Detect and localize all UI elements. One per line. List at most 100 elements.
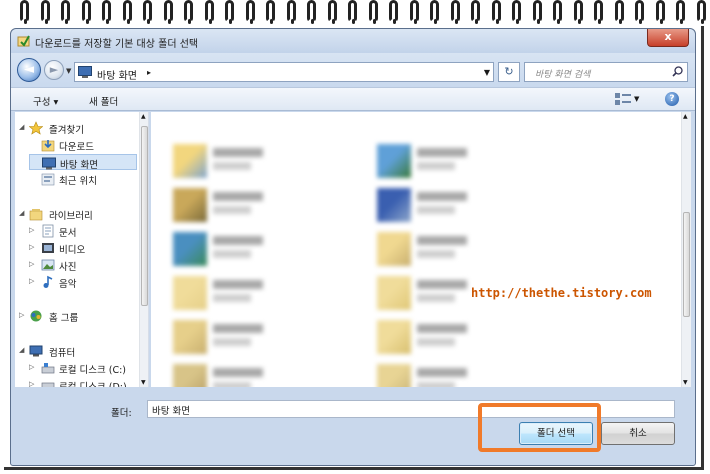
- sidebar-item-downloads[interactable]: 다운로드: [29, 137, 137, 153]
- change-view-icon[interactable]: [615, 93, 631, 105]
- sidebar-item-label: 최근 위치: [59, 176, 97, 187]
- sidebar-item-computer[interactable]: ◢ 컴퓨터: [19, 343, 137, 359]
- sidebar-item-local-disk-d[interactable]: ▷ 로컬 디스크 (D:): [29, 377, 137, 387]
- sidebar-item-recent-places[interactable]: 최근 위치: [29, 171, 137, 187]
- spiral-ring: [163, 0, 173, 24]
- notebook-spiral-binding: [0, 0, 710, 26]
- file-meta-redacted: [417, 206, 455, 214]
- crumb-arrow-icon[interactable]: ▸: [147, 68, 151, 77]
- search-placeholder: 바탕 화면 검색: [535, 70, 591, 80]
- view-dropdown-icon[interactable]: ▼: [634, 95, 639, 103]
- file-meta-redacted: [213, 338, 251, 346]
- scroll-up-icon[interactable]: ▲: [683, 113, 688, 120]
- file-list-pane: http://thethe.tistory.com ▲ ▼: [151, 112, 691, 387]
- file-item[interactable]: [377, 142, 567, 182]
- documents-icon: [42, 224, 54, 238]
- search-icon: [672, 66, 683, 77]
- spiral-ring: [225, 0, 234, 24]
- recent-places-icon: [41, 173, 55, 186]
- sidebar-item-label: 로컬 디스크 (D:): [59, 379, 127, 387]
- file-item[interactable]: [173, 362, 363, 387]
- sidebar-item-homegroup[interactable]: ▷ 홈 그룹: [19, 308, 137, 324]
- sidebar-item-favorites[interactable]: ◢ 즐겨찾기: [19, 120, 137, 136]
- scroll-down-icon[interactable]: ▼: [141, 379, 146, 386]
- sidebar-item-videos[interactable]: ▷ 비디오: [29, 240, 137, 256]
- file-item[interactable]: [173, 142, 363, 182]
- organize-menu[interactable]: 구성 ▾: [33, 94, 58, 108]
- collapsed-arrow-icon[interactable]: ▷: [29, 277, 34, 285]
- file-meta-redacted: [213, 382, 251, 387]
- search-box[interactable]: 바탕 화면 검색: [524, 62, 688, 82]
- collapsed-arrow-icon[interactable]: ▷: [29, 243, 34, 251]
- collapsed-arrow-icon[interactable]: ▷: [29, 363, 34, 371]
- spiral-ring: [676, 0, 685, 24]
- dialog-title: 다운로드를 저장할 기본 대상 폴더 선택: [35, 39, 199, 50]
- spiral-ring: [184, 0, 193, 24]
- new-folder-button[interactable]: 새 폴더: [89, 94, 118, 108]
- file-name-redacted: [213, 324, 263, 333]
- collapsed-arrow-icon[interactable]: ▷: [19, 311, 24, 319]
- refresh-button[interactable]: ↻: [498, 62, 520, 82]
- computer-icon: [29, 345, 43, 357]
- title-bar[interactable]: 다운로드를 저장할 기본 대상 폴더 선택 x: [11, 29, 695, 53]
- back-button[interactable]: ◄: [17, 58, 41, 82]
- scroll-thumb[interactable]: [141, 126, 148, 306]
- help-button[interactable]: ?: [665, 92, 679, 106]
- spiral-ring: [143, 0, 152, 24]
- address-bar[interactable]: 바탕 화면 ▸ ▼: [74, 62, 494, 82]
- sidebar-item-local-disk-c[interactable]: ▷ 로컬 디스크 (C:): [29, 360, 137, 376]
- file-name-redacted: [213, 280, 263, 289]
- address-dropdown-icon[interactable]: ▼: [484, 68, 490, 77]
- file-list-scrollbar[interactable]: ▲ ▼: [681, 112, 691, 387]
- homegroup-icon: [30, 310, 42, 322]
- select-folder-button[interactable]: 폴더 선택: [519, 422, 593, 445]
- spiral-ring: [491, 0, 501, 24]
- file-thumbnail-icon: [377, 232, 411, 266]
- videos-icon: [42, 243, 54, 253]
- sidebar-item-pictures[interactable]: ▷ 사진: [29, 257, 137, 273]
- sidebar-item-music[interactable]: ▷ 음악: [29, 274, 137, 290]
- spiral-ring: [307, 0, 316, 24]
- desktop-icon: [78, 66, 92, 78]
- sidebar-item-documents[interactable]: ▷ 문서: [29, 223, 137, 239]
- address-crumb-desktop[interactable]: 바탕 화면: [97, 67, 137, 82]
- file-item[interactable]: [173, 186, 363, 226]
- sidebar-item-desktop[interactable]: 바탕 화면: [29, 154, 137, 171]
- navigation-pane: ◢ 즐겨찾기 다운로드 바탕 화면 최근 위치 ◢ 라이브러리 ▷ 문서 ▷ 비…: [15, 112, 149, 387]
- close-button[interactable]: x: [647, 29, 689, 47]
- navigation-scrollbar[interactable]: ▲ ▼: [139, 112, 148, 387]
- spiral-ring: [635, 0, 644, 24]
- spiral-ring: [696, 0, 706, 24]
- file-thumbnail-icon: [173, 320, 207, 354]
- expand-arrow-icon[interactable]: ◢: [19, 123, 24, 131]
- expand-arrow-icon[interactable]: ◢: [19, 209, 24, 217]
- file-name-redacted: [417, 280, 467, 289]
- file-meta-redacted: [417, 382, 455, 387]
- scroll-up-icon[interactable]: ▲: [141, 113, 146, 120]
- file-item[interactable]: [377, 274, 567, 314]
- file-item[interactable]: [173, 318, 363, 358]
- file-item[interactable]: [173, 230, 363, 270]
- file-item[interactable]: [377, 362, 567, 387]
- scroll-down-icon[interactable]: ▼: [683, 379, 688, 386]
- cancel-button[interactable]: 취소: [601, 422, 675, 445]
- collapsed-arrow-icon[interactable]: ▷: [29, 226, 34, 234]
- expand-arrow-icon[interactable]: ◢: [19, 346, 24, 354]
- libraries-icon: [29, 209, 43, 221]
- file-name-redacted: [417, 324, 467, 333]
- sidebar-item-libraries[interactable]: ◢ 라이브러리: [19, 206, 137, 222]
- file-item[interactable]: [377, 186, 567, 226]
- recent-pages-dropdown-icon[interactable]: ▼: [66, 67, 71, 75]
- forward-button[interactable]: ►: [44, 60, 64, 80]
- file-thumbnail-icon: [377, 320, 411, 354]
- file-item[interactable]: [377, 230, 567, 270]
- star-icon: [29, 121, 43, 135]
- scroll-thumb[interactable]: [683, 212, 690, 317]
- file-name-redacted: [213, 368, 263, 377]
- file-name-redacted: [213, 148, 263, 157]
- collapsed-arrow-icon[interactable]: ▷: [29, 380, 34, 387]
- collapsed-arrow-icon[interactable]: ▷: [29, 260, 34, 268]
- pictures-icon: [41, 259, 55, 271]
- file-item[interactable]: [173, 274, 363, 314]
- file-item[interactable]: [377, 318, 567, 358]
